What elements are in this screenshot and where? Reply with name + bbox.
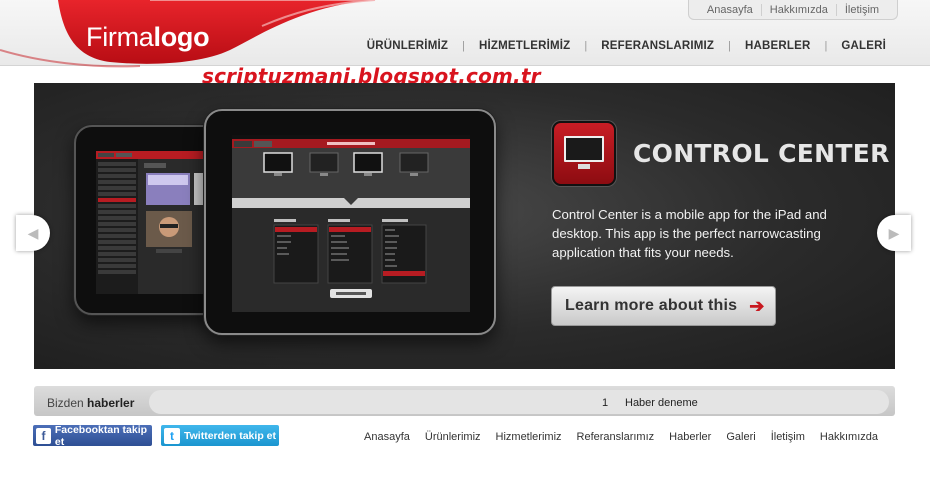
nav-separator: | <box>824 40 828 52</box>
facebook-icon: f <box>36 427 51 444</box>
chevron-right-icon: ▶ <box>888 224 900 241</box>
site-header: Firmalogo Anasayfa Hakkımızda İletişim Ü… <box>0 0 930 68</box>
logo-light-text: Firma <box>86 22 154 52</box>
nav-referanslarimiz[interactable]: REFERANSLARIMIZ <box>601 40 714 52</box>
news-heading-light: Bizden <box>47 396 88 410</box>
arrow-right-icon: ➔ <box>749 295 765 316</box>
news-item-link[interactable]: Haber deneme <box>625 397 698 409</box>
ipad-mockup-front <box>204 109 496 335</box>
news-heading-bold: haberler <box>87 396 135 410</box>
nav-separator: | <box>462 40 465 52</box>
nav-hizmetlerimiz[interactable]: HİZMETLERİMİZ <box>479 40 570 52</box>
site-logo[interactable]: Firmalogo <box>86 22 210 53</box>
news-ticker: Bizden haberler 1 Haber deneme <box>34 386 895 416</box>
top-link-iletisim[interactable]: İletişim <box>835 3 887 16</box>
nav-separator: | <box>584 40 588 52</box>
footer-link-referanslarimiz[interactable]: Referanslarımız <box>577 431 655 443</box>
footer-link-urunlerimiz[interactable]: Ürünlerimiz <box>425 431 481 443</box>
slider-next-button[interactable]: ▶ <box>877 215 911 251</box>
learn-more-button[interactable]: Learn more about this ➔ <box>551 286 776 326</box>
top-links: Anasayfa Hakkımızda İletişim <box>688 0 898 20</box>
twitter-icon: t <box>164 427 180 444</box>
nav-urunlerimiz[interactable]: ÜRÜNLERİMİZ <box>367 40 448 52</box>
footer-link-iletisim[interactable]: İletişim <box>771 431 805 443</box>
footer-link-galeri[interactable]: Galeri <box>726 431 755 443</box>
ipad-back-screenshot <box>96 151 218 294</box>
twitter-follow-button[interactable]: t Twitterden takip et <box>161 425 279 446</box>
nav-galeri[interactable]: GALERİ <box>841 40 886 52</box>
monitor-icon <box>552 121 616 186</box>
footer-link-hakkimizda[interactable]: Hakkımızda <box>820 431 878 443</box>
footer-link-haberler[interactable]: Haberler <box>669 431 711 443</box>
top-link-anasayfa[interactable]: Anasayfa <box>699 4 761 16</box>
main-nav: ÜRÜNLERİMİZ | HİZMETLERİMİZ | REFERANSLA… <box>367 40 886 52</box>
ipad-back-screen <box>96 151 218 294</box>
ipad-front-screen <box>232 135 470 312</box>
footer-nav: Anasayfa Ürünlerimiz Hizmetlerimiz Refer… <box>349 431 878 443</box>
slide-description: Control Center is a mobile app for the i… <box>552 207 827 260</box>
facebook-follow-button[interactable]: f Facebooktan takip et <box>33 423 152 448</box>
chevron-left-icon: ◀ <box>27 224 39 241</box>
nav-haberler[interactable]: HABERLER <box>745 40 811 52</box>
learn-more-label: Learn more about this <box>565 297 738 314</box>
hero-slider: CONTROL CENTER Control Center is a mobil… <box>34 83 895 369</box>
footer-link-anasayfa[interactable]: Anasayfa <box>364 431 410 443</box>
news-item-number: 1 <box>602 397 609 409</box>
news-heading: Bizden haberler <box>47 396 134 410</box>
ipad-front-screenshot <box>232 135 470 312</box>
logo-bold-text: logo <box>153 22 210 52</box>
footer-link-hizmetlerimiz[interactable]: Hizmetlerimiz <box>496 431 562 443</box>
slide-title: CONTROL CENTER <box>633 139 890 168</box>
nav-separator: | <box>728 40 731 52</box>
top-link-hakkimizda[interactable]: Hakkımızda <box>760 3 836 16</box>
news-track <box>149 390 889 414</box>
twitter-follow-label: Twitterden takip et <box>184 429 276 442</box>
facebook-follow-label: Facebooktan takip et <box>54 423 148 448</box>
